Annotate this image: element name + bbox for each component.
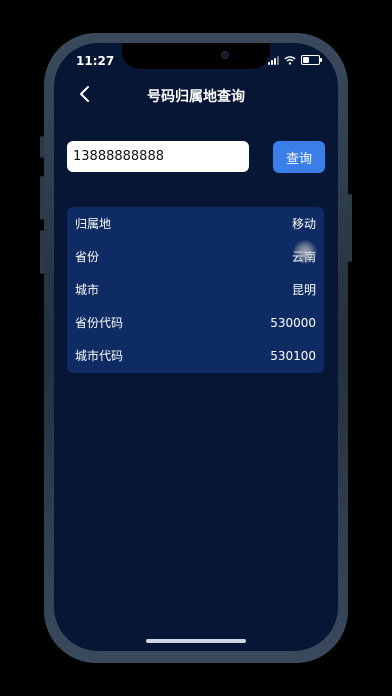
power-button (348, 194, 352, 262)
query-button[interactable]: 查询 (273, 141, 325, 173)
result-card: 归属地 移动 省份 云南 城市 昆明 省份代码 530000 城市代码 5301… (67, 207, 324, 373)
front-camera (221, 51, 229, 59)
touch-indicator (293, 240, 317, 264)
row-label: 省份 (75, 250, 100, 264)
row-value: 移动 (291, 217, 316, 231)
row-value: 昆明 (291, 283, 316, 297)
row-value: 530000 (270, 315, 316, 330)
row-label: 归属地 (75, 217, 112, 231)
cellular-signal-icon (268, 55, 279, 65)
status-time: 11:27 (76, 54, 115, 68)
row-label: 城市代码 (75, 349, 124, 363)
volume-up-button (40, 176, 44, 220)
battery-icon (301, 55, 322, 65)
row-label: 城市 (75, 283, 100, 297)
row-label: 省份代码 (75, 316, 124, 330)
notch (122, 43, 270, 69)
phone-number-input[interactable] (67, 141, 249, 172)
home-indicator[interactable] (146, 639, 246, 643)
result-row-carrier: 归属地 移动 (67, 207, 324, 240)
result-row-province: 省份 云南 (67, 240, 324, 273)
app-screen: 11:27 号码归属地查询 查询 归属地 移动 省份 云南 城市 昆明 (54, 43, 338, 651)
result-row-city-code: 城市代码 530100 (67, 339, 324, 372)
volume-down-button (40, 230, 44, 274)
mute-switch (40, 136, 44, 158)
result-row-city: 城市 昆明 (67, 273, 324, 306)
nav-bar: 号码归属地查询 (54, 79, 338, 111)
result-row-province-code: 省份代码 530000 (67, 306, 324, 339)
page-title: 号码归属地查询 (147, 89, 245, 105)
status-icons (268, 55, 322, 65)
row-value: 530100 (270, 348, 316, 363)
wifi-icon (284, 56, 296, 65)
